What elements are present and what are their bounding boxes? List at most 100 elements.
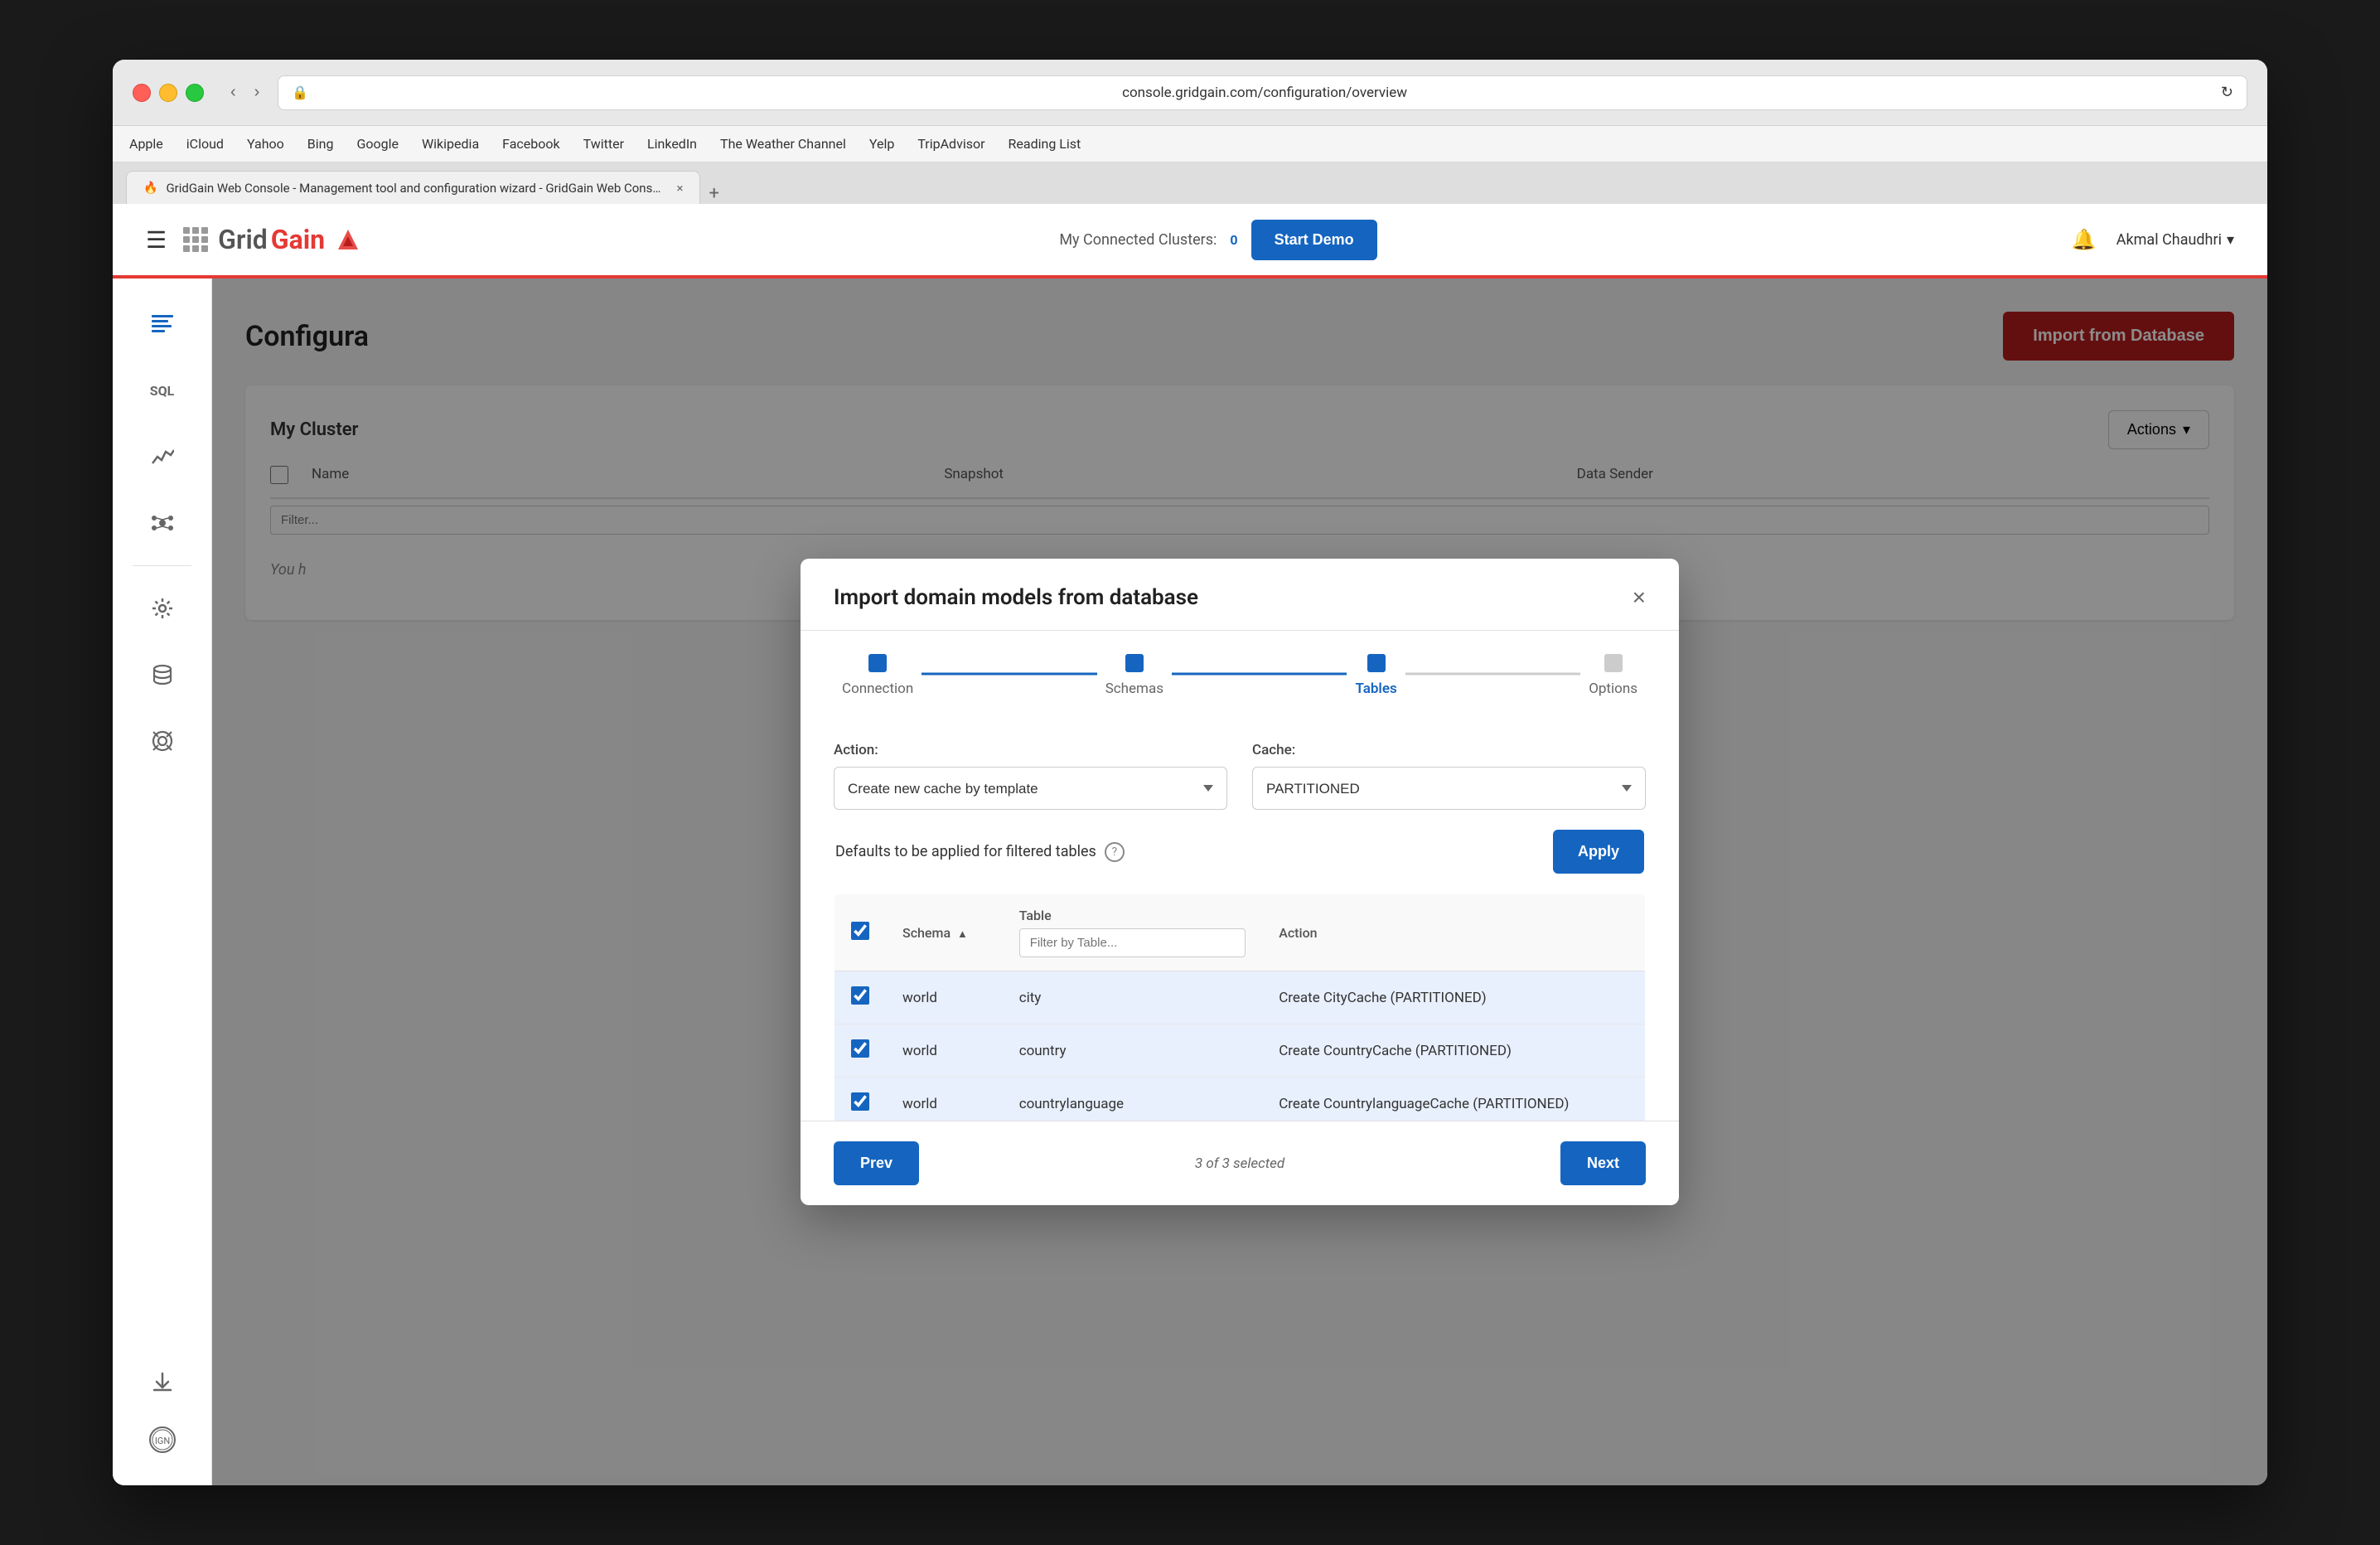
table-row: world country Create CountryCache (PARTI… <box>834 1024 1646 1078</box>
minimize-traffic-light[interactable] <box>159 84 177 102</box>
sidebar-divider <box>133 565 191 566</box>
close-traffic-light[interactable] <box>133 84 151 102</box>
sidebar-bottom: IGN <box>133 1353 191 1469</box>
help-icon[interactable]: ? <box>1105 842 1125 862</box>
app-body: SQL <box>113 278 2267 1485</box>
next-button[interactable]: Next <box>1560 1141 1646 1185</box>
step-tables: Tables <box>1347 654 1405 697</box>
address-bar[interactable]: 🔒 console.gridgain.com/configuration/ove… <box>278 75 2247 110</box>
download-icon <box>151 1370 174 1393</box>
app-logo: GridGain <box>183 223 365 256</box>
row-checkbox-0[interactable] <box>851 986 869 1005</box>
logo-icon-svg <box>331 223 365 256</box>
row-checkbox-1[interactable] <box>851 1039 869 1058</box>
table-row: world city Create CityCache (PARTITIONED… <box>834 971 1646 1024</box>
filter-table-input[interactable] <box>1019 928 1246 957</box>
modal-footer: Prev 3 of 3 selected Next <box>801 1121 1679 1205</box>
tab-bar: 🔥 GridGain Web Console - Management tool… <box>113 162 2267 204</box>
selection-count: 3 of 3 selected <box>1195 1155 1284 1172</box>
sort-schema-icon[interactable]: ▲ <box>957 928 968 941</box>
grid-icon <box>183 227 208 252</box>
form-group-cache: Cache: PARTITIONED REPLICATED <box>1252 742 1646 810</box>
tab-title: GridGain Web Console - Management tool a… <box>166 181 663 196</box>
monitoring-icon <box>151 445 174 468</box>
step-dot-options <box>1604 654 1623 672</box>
sidebar-item-support[interactable] <box>133 712 191 770</box>
user-chevron-icon: ▾ <box>2227 231 2234 249</box>
select-all-table-checkbox[interactable] <box>851 922 869 940</box>
back-button[interactable]: ‹ <box>224 80 243 105</box>
bell-icon[interactable]: 🔔 <box>2072 228 2097 251</box>
modal-close-button[interactable]: × <box>1633 586 1646 609</box>
stepper: Connection Schemas Tables <box>801 631 1679 717</box>
step-dot-schemas <box>1125 654 1144 672</box>
logo-grid-text: Grid <box>218 224 268 255</box>
browser-window: ‹ › 🔒 console.gridgain.com/configuration… <box>113 60 2267 1485</box>
bookmark-linkedin[interactable]: LinkedIn <box>647 136 697 152</box>
step-dot-tables <box>1367 654 1386 672</box>
step-connection: Connection <box>834 654 922 697</box>
import-modal: Import domain models from database × Con… <box>801 559 1679 1205</box>
bookmark-icloud[interactable]: iCloud <box>186 136 224 152</box>
logo-gain-text: Gain <box>271 224 325 255</box>
bookmark-twitter[interactable]: Twitter <box>583 136 624 152</box>
modal-title: Import domain models from database <box>834 585 1198 610</box>
apply-button[interactable]: Apply <box>1553 830 1644 874</box>
sidebar-item-about[interactable]: IGN <box>133 1411 191 1469</box>
maximize-traffic-light[interactable] <box>186 84 204 102</box>
step-options: Options <box>1580 654 1646 697</box>
bookmark-apple[interactable]: Apple <box>129 136 163 152</box>
action-label: Action: <box>834 742 1227 758</box>
support-icon <box>151 729 174 753</box>
sidebar-item-settings[interactable] <box>133 579 191 637</box>
bookmark-google[interactable]: Google <box>356 136 399 152</box>
bookmark-facebook[interactable]: Facebook <box>502 136 559 152</box>
bookmark-weather[interactable]: The Weather Channel <box>720 136 846 152</box>
row-schema-0: world <box>886 971 1003 1024</box>
sidebar-item-sql[interactable]: SQL <box>133 361 191 419</box>
new-tab-button[interactable]: + <box>709 183 718 204</box>
sidebar-item-download[interactable] <box>133 1353 191 1411</box>
row-table-2: countrylanguage <box>1003 1078 1263 1121</box>
table-body: world city Create CityCache (PARTITIONED… <box>834 971 1646 1121</box>
settings-icon <box>151 597 174 620</box>
sidebar-item-databases[interactable] <box>133 646 191 704</box>
browser-titlebar: ‹ › 🔒 console.gridgain.com/configuration… <box>113 60 2267 126</box>
row-checkbox-cell-2 <box>834 1078 887 1121</box>
row-table-0: city <box>1003 971 1263 1024</box>
sidebar-item-configuration[interactable] <box>133 295 191 353</box>
bookmark-wikipedia[interactable]: Wikipedia <box>422 136 479 152</box>
app-header: ☰ GridGain My Connected Clusters: 0 Star… <box>113 204 2267 278</box>
reload-icon[interactable]: ↻ <box>2221 84 2233 101</box>
row-schema-2: world <box>886 1078 1003 1121</box>
start-demo-button[interactable]: Start Demo <box>1251 220 1377 260</box>
sql-text-icon: SQL <box>150 383 175 399</box>
sidebar-item-clusters[interactable] <box>133 494 191 552</box>
step-label-tables: Tables <box>1355 680 1396 697</box>
cache-select[interactable]: PARTITIONED REPLICATED <box>1252 767 1646 810</box>
sidebar: SQL <box>113 278 212 1485</box>
connected-clusters-label: My Connected Clusters: <box>1059 231 1217 249</box>
step-label-connection: Connection <box>842 680 913 697</box>
modal-table: Schema ▲ Table Action <box>834 894 1646 1121</box>
clusters-icon <box>151 511 174 535</box>
browser-tab[interactable]: 🔥 GridGain Web Console - Management tool… <box>126 171 700 204</box>
action-select[interactable]: Create new cache by template Update exis… <box>834 767 1227 810</box>
bookmark-tripadvisor[interactable]: TripAdvisor <box>917 136 984 152</box>
prev-button[interactable]: Prev <box>834 1141 919 1185</box>
th-checkbox <box>834 894 887 971</box>
bookmark-bing[interactable]: Bing <box>307 136 334 152</box>
modal-body: Action: Create new cache by template Upd… <box>801 717 1679 1121</box>
row-action-0: Create CityCache (PARTITIONED) <box>1262 971 1645 1024</box>
sidebar-item-monitoring[interactable] <box>133 428 191 486</box>
row-checkbox-2[interactable] <box>851 1092 869 1111</box>
bookmark-readinglist[interactable]: Reading List <box>1009 136 1081 152</box>
databases-icon <box>151 663 174 686</box>
bookmark-yahoo[interactable]: Yahoo <box>247 136 284 152</box>
header-center: My Connected Clusters: 0 Start Demo <box>365 220 2072 260</box>
bookmark-yelp[interactable]: Yelp <box>869 136 894 152</box>
table-header-row: Schema ▲ Table Action <box>834 894 1646 971</box>
hamburger-button[interactable]: ☰ <box>146 226 167 254</box>
forward-button[interactable]: › <box>248 80 267 105</box>
user-menu[interactable]: Akmal Chaudhri ▾ <box>2116 231 2234 249</box>
